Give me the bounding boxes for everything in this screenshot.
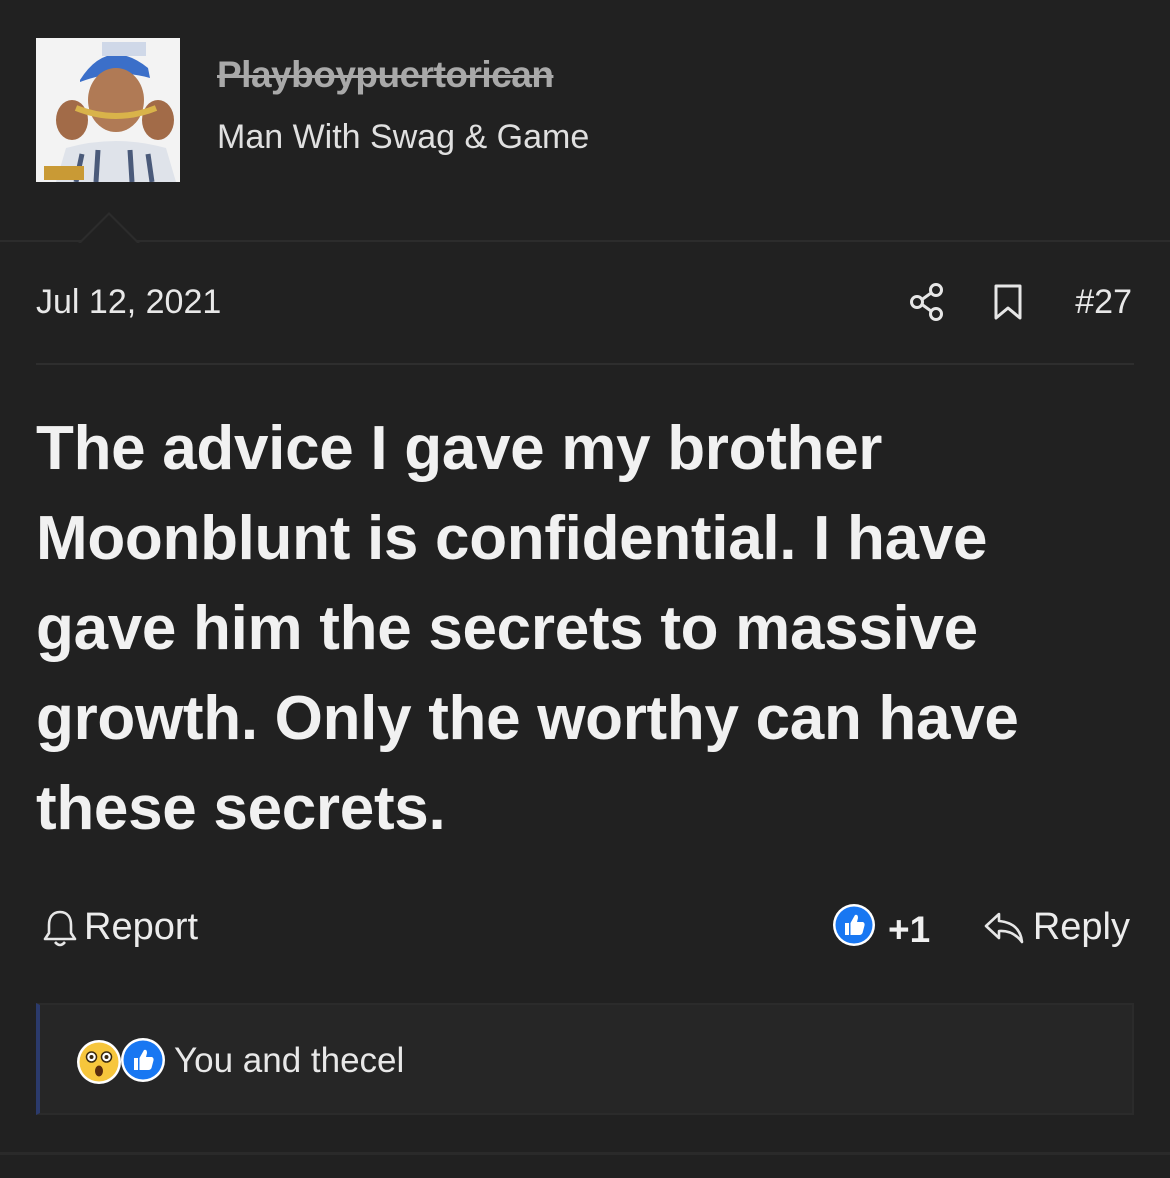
bell-icon — [43, 910, 77, 946]
author-username[interactable]: Playboypuertorican — [217, 54, 554, 96]
report-button[interactable]: Report — [42, 906, 198, 949]
author-caret — [78, 212, 140, 244]
like-reaction-icon — [121, 1038, 165, 1082]
reply-arrow-icon — [984, 912, 1024, 943]
author-user-title: Man With Swag & Game — [217, 118, 590, 156]
report-label: Report — [84, 906, 199, 948]
bookmark-icon[interactable] — [993, 283, 1023, 321]
avatar[interactable] — [36, 38, 180, 182]
share-icon[interactable] — [909, 282, 947, 322]
post-message-body: The advice I gave my brother Moonblunt i… — [36, 414, 1019, 843]
wow-reaction-icon — [77, 1040, 121, 1084]
meta-divider — [36, 363, 1134, 365]
reply-button[interactable]: Reply — [983, 906, 1130, 949]
reply-label: Reply — [1032, 906, 1130, 948]
like-reaction-icon[interactable] — [832, 903, 876, 947]
reactions-bar: You and thecel — [36, 1003, 1134, 1115]
user-avatar-photo-icon — [36, 38, 180, 182]
post-bottom-divider — [0, 1152, 1170, 1155]
post-author-header: Playboypuertorican Man With Swag & Game — [0, 0, 1170, 242]
post-date[interactable]: Jul 12, 2021 — [36, 283, 221, 322]
post-number[interactable]: #27 — [1075, 283, 1132, 322]
reaction-users-link[interactable]: You and thecel — [174, 1041, 404, 1081]
like-count[interactable]: +1 — [888, 909, 930, 951]
